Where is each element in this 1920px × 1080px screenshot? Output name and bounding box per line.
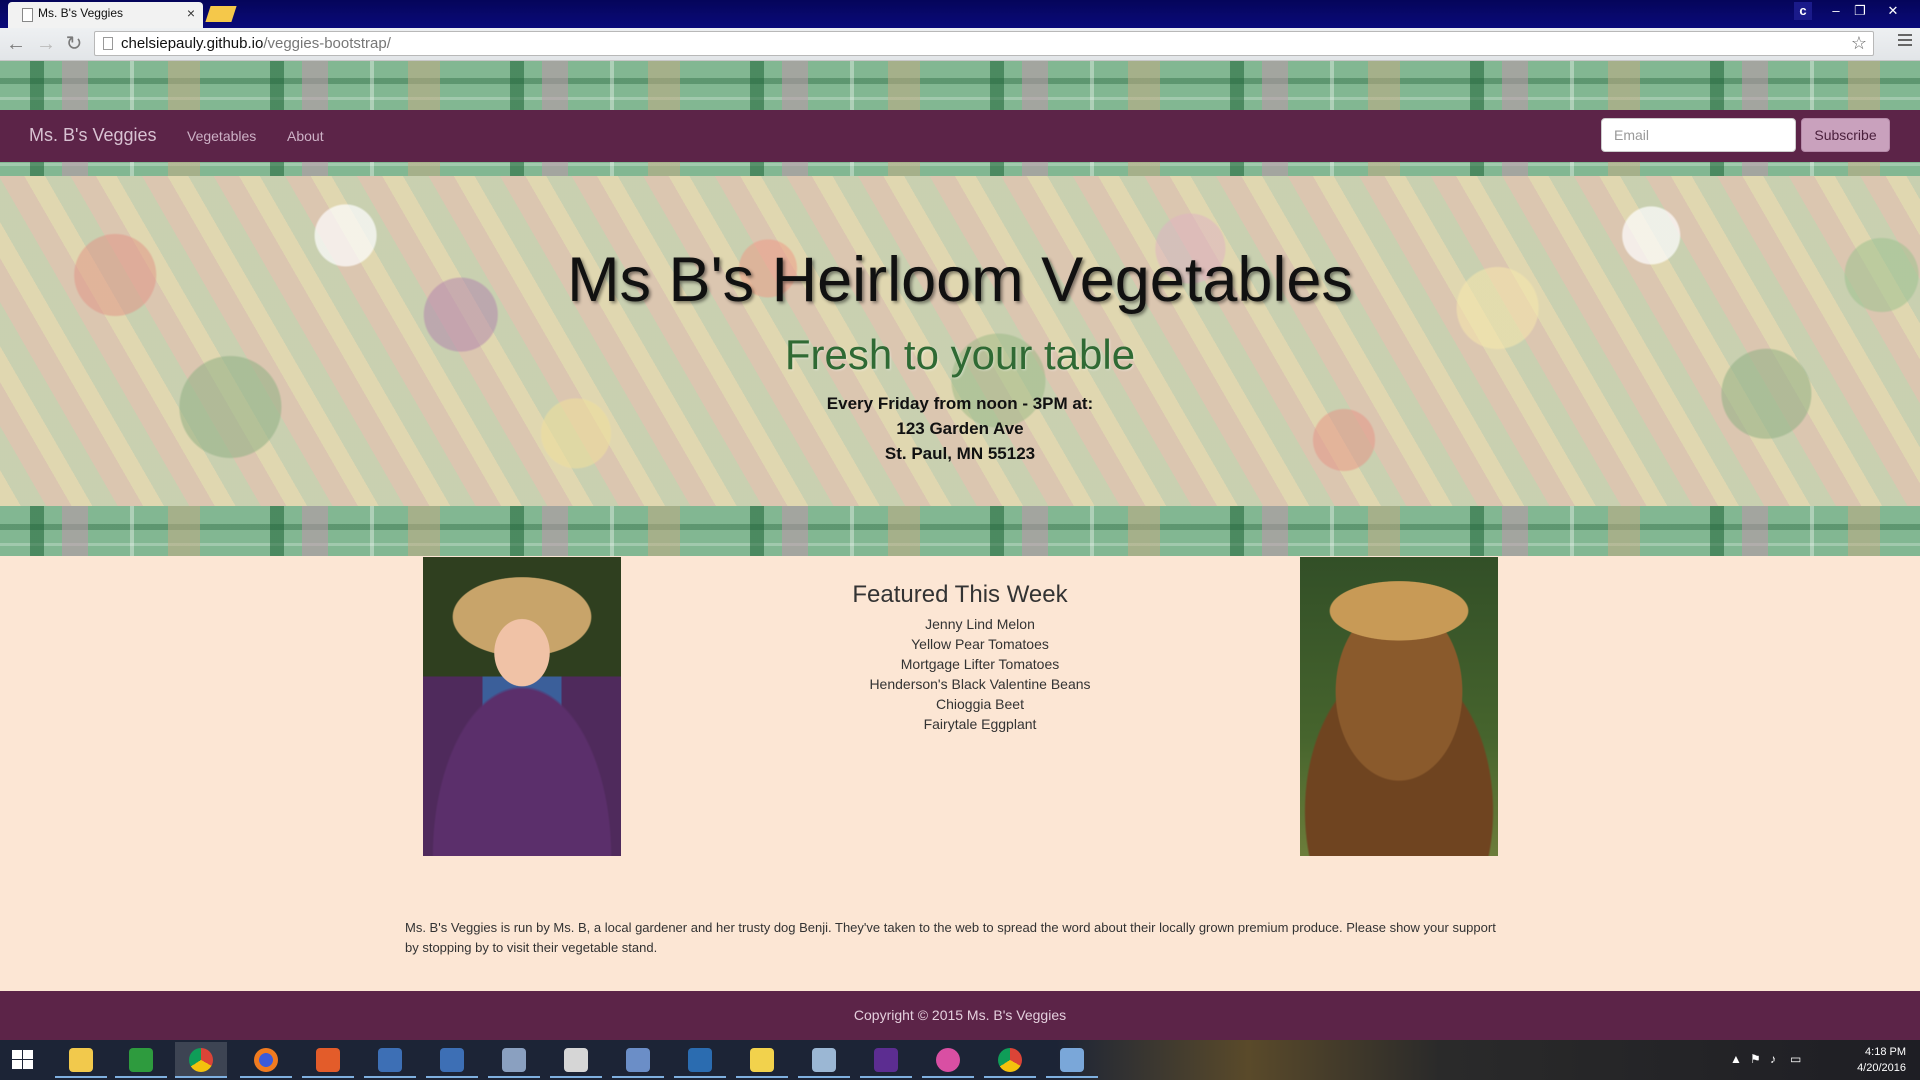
visual-studio-icon[interactable] <box>860 1042 912 1078</box>
forward-icon[interactable]: → <box>34 32 58 56</box>
url-path: /veggies-bootstrap/ <box>263 35 391 52</box>
benji-dog-photo <box>1300 557 1498 856</box>
browser-titlebar: Ms. B's Veggies × c – ❐ ✕ <box>0 0 1920 28</box>
featured-title: Featured This Week <box>852 581 1068 608</box>
featured-item: Henderson's Black Valentine Beans <box>869 676 1091 692</box>
reload-icon[interactable]: ↻ <box>62 32 86 56</box>
windows-start-icon[interactable] <box>12 1050 34 1070</box>
app-icon[interactable] <box>674 1042 726 1078</box>
bookmark-star-icon[interactable]: ☆ <box>1851 33 1867 54</box>
app-icon[interactable] <box>426 1042 478 1078</box>
hero-subtitle: Fresh to your table <box>784 331 1136 378</box>
hero-title: Ms B's Heirloom Vegetables <box>567 245 1353 315</box>
featured-item: Yellow Pear Tomatoes <box>911 636 1049 652</box>
featured-item: Jenny Lind Melon <box>925 616 1035 632</box>
featured-item: Mortgage Lifter Tomatoes <box>900 656 1060 672</box>
network-icon[interactable]: ▭ <box>1790 1052 1801 1066</box>
page-icon <box>22 8 33 22</box>
copyright-text: Copyright © 2015 Ms. B's Veggies <box>853 1007 1067 1023</box>
user-badge[interactable]: c <box>1794 2 1812 20</box>
browser-toolbar: ← → ↻ chelsiepauly.github.io/veggies-boo… <box>0 28 1920 61</box>
file-explorer-icon[interactable] <box>55 1042 107 1078</box>
plaid-band <box>0 506 1920 556</box>
clock-date: 4/20/2016 <box>1857 1062 1906 1074</box>
featured-item: Fairytale Eggplant <box>923 716 1037 732</box>
hero-schedule: Every Friday from noon - 3PM at: <box>826 394 1094 413</box>
back-icon[interactable]: ← <box>4 32 28 56</box>
volume-icon[interactable]: ♪ <box>1770 1052 1776 1066</box>
address-bar[interactable]: chelsiepauly.github.io/veggies-bootstrap… <box>94 31 1874 56</box>
page-icon <box>103 37 113 50</box>
app-icon[interactable] <box>612 1042 664 1078</box>
app-icon[interactable] <box>798 1042 850 1078</box>
close-window-icon[interactable]: ✕ <box>1873 2 1913 20</box>
url-host: chelsiepauly.github.io <box>121 35 264 52</box>
hero-address-street: 123 Garden Ave <box>896 419 1024 438</box>
system-tray: ▲ ⚑ ♪ ▭ 4:18 PM 4/20/2016 <box>1730 1040 1920 1080</box>
tray-expand-icon[interactable]: ▲ <box>1730 1052 1742 1066</box>
tab-title: Ms. B's Veggies <box>38 6 123 20</box>
itunes-icon[interactable] <box>922 1042 974 1078</box>
windows-taskbar: ▲ ⚑ ♪ ▭ 4:18 PM 4/20/2016 <box>0 1040 1920 1080</box>
ms-b-photo <box>423 557 621 856</box>
site-navbar: Ms. B's Veggies Vegetables About Subscri… <box>0 110 1920 162</box>
featured-list: Jenny Lind Melon Yellow Pear Tomatoes Mo… <box>820 614 1140 734</box>
app-icon[interactable] <box>488 1042 540 1078</box>
url-text: chelsiepauly.github.io/veggies-bootstrap… <box>121 35 391 52</box>
clock-time: 4:18 PM <box>1865 1046 1906 1058</box>
nav-link-vegetables[interactable]: Vegetables <box>187 128 256 144</box>
plaid-band <box>0 162 1920 176</box>
email-input[interactable] <box>1601 118 1796 152</box>
browser-tab[interactable]: Ms. B's Veggies × <box>8 2 203 28</box>
chrome-icon[interactable] <box>984 1042 1036 1078</box>
site-footer: Copyright © 2015 Ms. B's Veggies <box>0 991 1920 1040</box>
new-tab-button[interactable] <box>205 6 237 22</box>
subscribe-button[interactable]: Subscribe <box>1801 118 1890 152</box>
main-content: Featured This Week Jenny Lind Melon Yell… <box>0 556 1920 991</box>
plaid-banner-top <box>0 61 1920 110</box>
clock[interactable]: 4:18 PM 4/20/2016 <box>1857 1044 1906 1076</box>
app-icon[interactable] <box>364 1042 416 1078</box>
nav-link-about[interactable]: About <box>287 128 324 144</box>
hero-banner: Ms B's Heirloom Vegetables Fresh to your… <box>0 176 1920 506</box>
app-icon[interactable] <box>736 1042 788 1078</box>
tab-close-icon[interactable]: × <box>187 5 195 21</box>
app-icon[interactable] <box>302 1042 354 1078</box>
hero-content: Ms B's Heirloom Vegetables Fresh to your… <box>0 176 1920 506</box>
firefox-icon[interactable] <box>240 1042 292 1078</box>
app-icon[interactable] <box>550 1042 602 1078</box>
web-page: Ms. B's Veggies Vegetables About Subscri… <box>0 61 1920 1040</box>
app-icon[interactable] <box>1046 1042 1098 1078</box>
hero-address-city: St. Paul, MN 55123 <box>884 444 1036 463</box>
about-paragraph: Ms. B's Veggies is run by Ms. B, a local… <box>405 920 1496 955</box>
chrome-icon[interactable] <box>175 1042 227 1078</box>
flag-icon[interactable]: ⚑ <box>1750 1052 1761 1066</box>
store-icon[interactable] <box>115 1042 167 1078</box>
featured-item: Chioggia Beet <box>936 696 1024 712</box>
site-brand[interactable]: Ms. B's Veggies <box>29 125 157 146</box>
minimize-icon[interactable]: – <box>1825 2 1847 20</box>
restore-icon[interactable]: ❐ <box>1849 2 1871 20</box>
browser-menu-icon[interactable] <box>1898 34 1912 49</box>
